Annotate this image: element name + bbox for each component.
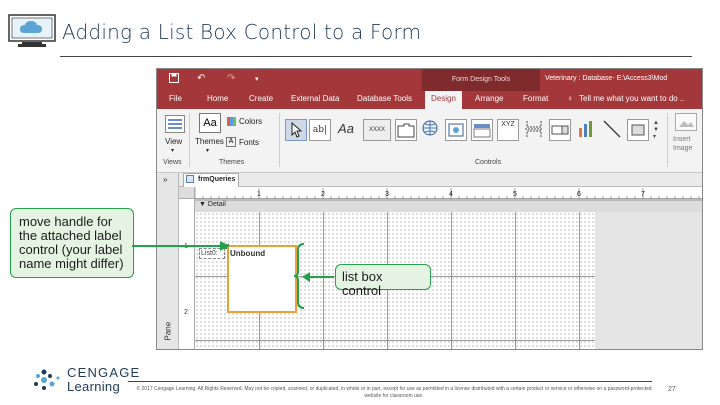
grid-line <box>451 212 452 349</box>
ruler-number: 6 <box>577 191 581 198</box>
nav-pane-expand-icon[interactable]: » <box>163 175 167 184</box>
tell-me-search[interactable]: Tell me what you want to do .. <box>579 94 684 103</box>
group-controls-label: Controls <box>475 159 502 166</box>
vertical-ruler: 1 2 <box>179 199 195 349</box>
tab-format[interactable]: Format <box>523 94 548 103</box>
redo-icon[interactable]: ↷ <box>227 73 235 84</box>
fonts-icon: A <box>226 137 236 147</box>
footer-divider <box>128 381 652 382</box>
callout-bracket-arrow <box>294 243 334 309</box>
tab-database-tools[interactable]: Database Tools <box>357 94 412 103</box>
ruler-number: 7 <box>641 191 645 198</box>
view-button[interactable]: View <box>165 137 182 146</box>
title-divider <box>60 56 692 57</box>
form-tab-label: frmQueries <box>198 176 236 183</box>
ruler-number: 2 <box>321 191 325 198</box>
colors-button[interactable]: Colors <box>239 117 262 126</box>
fonts-button[interactable]: Fonts <box>239 138 259 147</box>
vruler-number: 2 <box>184 309 188 316</box>
detail-section-label: Detail <box>207 201 226 208</box>
group-themes-label: Themes <box>219 159 245 166</box>
cloud-monitor-icon <box>8 14 56 48</box>
grid-line <box>515 212 516 349</box>
insert-image-button[interactable]: Insert Image <box>673 135 702 153</box>
tab-external-data[interactable]: External Data <box>291 94 339 103</box>
form-design-tools-context: Form Design Tools <box>422 69 540 91</box>
web-browser-control-icon[interactable] <box>445 119 467 141</box>
line-control-icon[interactable] <box>601 119 623 141</box>
page-number: 27 <box>668 386 676 393</box>
themes-icon[interactable]: Aa <box>199 113 221 133</box>
slide-title: Adding a List Box Control to a Form <box>62 20 422 44</box>
nav-pane-label: Pane <box>163 321 173 341</box>
save-icon[interactable] <box>169 73 179 86</box>
tab-file[interactable]: File <box>169 94 182 103</box>
view-icon[interactable] <box>165 115 185 133</box>
ruler-number: 3 <box>385 191 389 198</box>
combo-box-control-icon[interactable] <box>549 119 571 141</box>
insert-page-break-icon[interactable] <box>523 119 545 141</box>
form-selector[interactable] <box>179 187 195 199</box>
tab-arrange[interactable]: Arrange <box>475 94 503 103</box>
insert-image-icon[interactable] <box>675 113 697 131</box>
option-group-icon[interactable]: XYZ <box>497 119 519 141</box>
ruler-number: 4 <box>449 191 453 198</box>
navigation-control-icon[interactable] <box>471 119 493 141</box>
callout-arrow-left <box>132 241 230 251</box>
detail-section-bar[interactable]: ▼ Detail <box>195 201 702 212</box>
divider <box>279 113 280 167</box>
themes-dropdown-icon[interactable]: ▾ <box>206 147 209 154</box>
tab-create[interactable]: Create <box>249 94 273 103</box>
textbox-control-icon[interactable]: ab| <box>309 119 331 141</box>
colors-icon <box>227 117 236 126</box>
label-control-icon[interactable]: Aa <box>335 119 357 141</box>
detail-section-icon: ▼ <box>199 201 206 208</box>
themes-button[interactable]: Themes <box>195 137 224 146</box>
cengage-logo-icon <box>30 366 64 396</box>
grid-line <box>579 212 580 349</box>
divider <box>667 113 668 167</box>
gallery-scroll-icon[interactable]: ▲ ▼ ▾ <box>653 120 659 141</box>
tab-control-icon[interactable] <box>395 119 417 141</box>
ruler-number: 1 <box>257 191 261 198</box>
copyright-notice: © 2017 Cengage Learning. All Rights Rese… <box>136 386 652 399</box>
group-views-label: Views <box>163 159 182 166</box>
list-box-control-callout: list box control <box>335 264 431 298</box>
button-control-icon[interactable]: XXXX <box>363 119 391 141</box>
select-pointer-icon[interactable] <box>285 119 307 141</box>
move-handle-callout: move handle for the attached label contr… <box>10 208 134 278</box>
tab-design[interactable]: Design <box>425 91 462 109</box>
form-icon <box>186 175 194 183</box>
divider <box>189 113 190 167</box>
window-title: Veterinary : Database- E:\Access3\Mod <box>545 75 668 82</box>
grid-line <box>195 340 595 341</box>
undo-icon[interactable]: ↶ <box>197 73 205 84</box>
ruler-number: 5 <box>513 191 517 198</box>
customize-qat-icon[interactable]: ▾ <box>255 75 259 83</box>
toggle-button-icon[interactable] <box>627 119 649 141</box>
list-box-unbound-text: Unbound <box>230 249 266 258</box>
document-tab-bar <box>179 173 702 187</box>
view-dropdown-icon[interactable]: ▾ <box>171 147 174 154</box>
tab-home[interactable]: Home <box>207 94 228 103</box>
form-background-area <box>595 212 702 349</box>
chart-control-icon[interactable] <box>575 119 597 141</box>
horizontal-ruler: 1 2 3 4 5 6 7 <box>194 187 702 200</box>
lightbulb-icon: ♀ <box>567 94 573 103</box>
logo-line-1: CENGAGE <box>67 365 141 380</box>
access-screenshot: ↶ ↷ ▾ Form Design Tools Veterinary : Dat… <box>156 68 703 350</box>
hyperlink-globe-icon[interactable] <box>419 119 441 141</box>
